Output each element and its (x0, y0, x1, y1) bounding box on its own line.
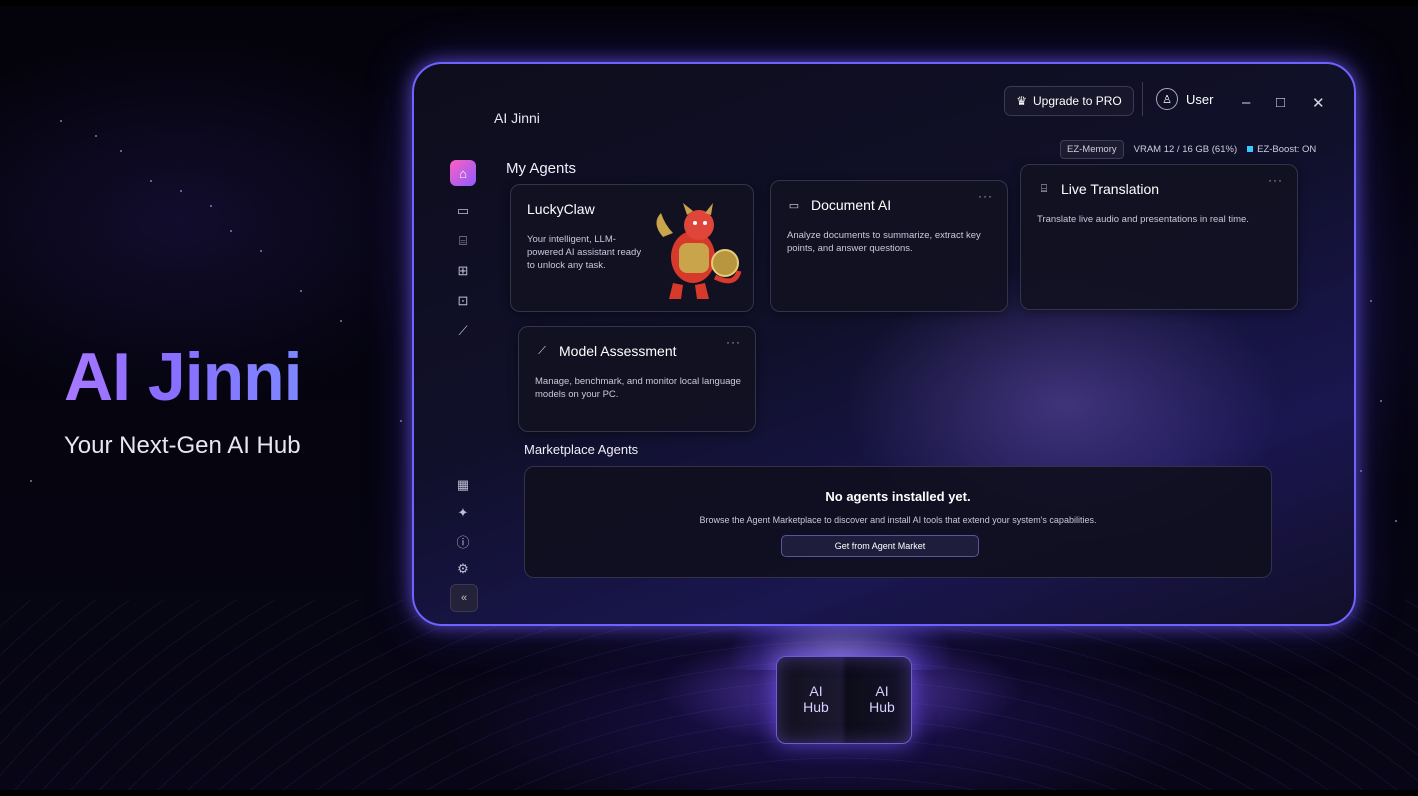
sidebar-item-home[interactable]: ⌂ (450, 160, 476, 186)
store-icon: ▦ (456, 477, 470, 492)
hero-subtitle: Your Next-Gen AI Hub (64, 432, 301, 459)
app-title: AI Jinni (494, 110, 540, 126)
card-description: Analyze documents to summarize, extract … (787, 230, 981, 254)
sparkle-icon: ✦ (457, 505, 469, 520)
agent-card-live-translation[interactable]: ⌸ Live Translation ··· Translate live aud… (1020, 164, 1298, 310)
sidebar-item-translation[interactable]: ⌸ (450, 228, 476, 254)
sidebar-item-store[interactable]: ▦ (450, 472, 476, 498)
chart-icon: ⟋ (458, 323, 468, 338)
card-title-row: ▭ Document AI (787, 197, 891, 213)
card-title: Live Translation (1061, 181, 1160, 197)
crown-icon: ♛ (1016, 94, 1028, 108)
document-icon: ▭ (456, 203, 470, 218)
card-title: Model Assessment (559, 343, 677, 359)
more-options-button[interactable]: ··· (726, 335, 741, 349)
sidebar-item-settings[interactable]: ⚙ (450, 556, 476, 582)
letterbox-bottom (0, 790, 1418, 796)
card-description: Manage, benchmark, and monitor local lan… (535, 376, 741, 400)
hero-title: AI Jinni (64, 339, 303, 415)
user-menu[interactable]: ♙ User (1156, 88, 1213, 110)
empty-state-title: No agents installed yet. (825, 489, 971, 504)
app-window: AI Jinni ♛ Upgrade to PRO ♙ User – □ ✕ E… (412, 62, 1356, 626)
status-dot-icon (1247, 146, 1254, 152)
card-description: Translate live audio and presentations i… (1037, 214, 1249, 225)
more-options-button[interactable]: ··· (1268, 173, 1283, 187)
status-bar: EZ-Memory VRAM 12 / 16 GB (61%) EZ-Boost… (1060, 140, 1316, 159)
marketplace-title: Marketplace Agents (524, 442, 639, 457)
card-title: LuckyClaw (527, 201, 595, 217)
cube-face-label: AI Hub (803, 683, 829, 715)
sidebar-item-image[interactable]: ⊡ (450, 288, 476, 314)
marketplace-panel: No agents installed yet. Browse the Agen… (524, 466, 1272, 578)
luckyclaw-mascot-icon (656, 203, 742, 299)
home-icon: ⌂ (459, 165, 467, 181)
document-icon: ▭ (788, 199, 800, 212)
upgrade-button[interactable]: ♛ Upgrade to PRO (1004, 86, 1134, 116)
card-title: Document AI (811, 197, 892, 213)
more-options-button[interactable]: ··· (978, 189, 993, 203)
translate-icon: ⌸ (1040, 182, 1048, 195)
letterbox-top (0, 0, 1418, 6)
agent-card-luckyclaw[interactable]: LuckyClaw Your intelligent, LLM-powered … (510, 184, 754, 312)
user-icon: ♙ (1156, 88, 1178, 110)
my-agents-title: My Agents (506, 160, 577, 177)
user-label: User (1186, 91, 1214, 107)
translate-icon: ⌸ (459, 233, 467, 248)
ez-boost-label: EZ-Boost: ON (1257, 144, 1317, 155)
card-title-row: ⟋ Model Assessment (535, 343, 677, 359)
sidebar-item-assessment[interactable]: ⊞ (450, 258, 476, 284)
sidebar-item-info[interactable]: ⓘ (450, 528, 476, 554)
minimize-button[interactable]: – (1242, 94, 1250, 111)
upgrade-label: Upgrade to PRO (1033, 94, 1122, 108)
sidebar-item-sparkle[interactable]: ✦ (450, 500, 476, 526)
close-button[interactable]: ✕ (1312, 94, 1325, 112)
ez-boost-status: EZ-Boost: ON (1247, 144, 1316, 155)
sidebar-item-document[interactable]: ▭ (450, 198, 476, 224)
ai-hub-cube: AI Hub AI Hub (776, 656, 912, 744)
empty-state-description: Browse the Agent Marketplace to discover… (699, 515, 1097, 525)
cube-face-label: AI Hub (869, 683, 895, 715)
assessment-icon: ⊞ (457, 263, 469, 278)
chart-icon: ⟋ (538, 344, 546, 357)
sidebar-collapse-button[interactable]: « (450, 584, 478, 612)
maximize-button[interactable]: □ (1276, 94, 1285, 111)
ez-memory-badge[interactable]: EZ-Memory (1060, 140, 1124, 159)
vram-readout: VRAM 12 / 16 GB (61%) (1133, 144, 1238, 155)
get-from-agent-market-button[interactable]: Get from Agent Market (781, 535, 979, 557)
card-title-row: ⌸ Live Translation (1037, 181, 1159, 197)
divider (1142, 82, 1143, 116)
info-icon: ⓘ (456, 534, 470, 550)
image-icon: ⊡ (457, 293, 469, 308)
sidebar-item-chart[interactable]: ⟋ (450, 318, 476, 344)
sidebar: ⌂ ▭ ⌸ ⊞ ⊡ ⟋ ▦ ✦ ⓘ ⚙ « (442, 152, 484, 612)
agent-card-document-ai[interactable]: ▭ Document AI ··· Analyze documents to su… (770, 180, 1008, 312)
settings-icon: ⚙ (457, 561, 469, 576)
card-description: Your intelligent, LLM-powered AI assista… (527, 234, 642, 271)
agent-card-model-assessment[interactable]: ⟋ Model Assessment ··· Manage, benchmark,… (518, 326, 756, 432)
